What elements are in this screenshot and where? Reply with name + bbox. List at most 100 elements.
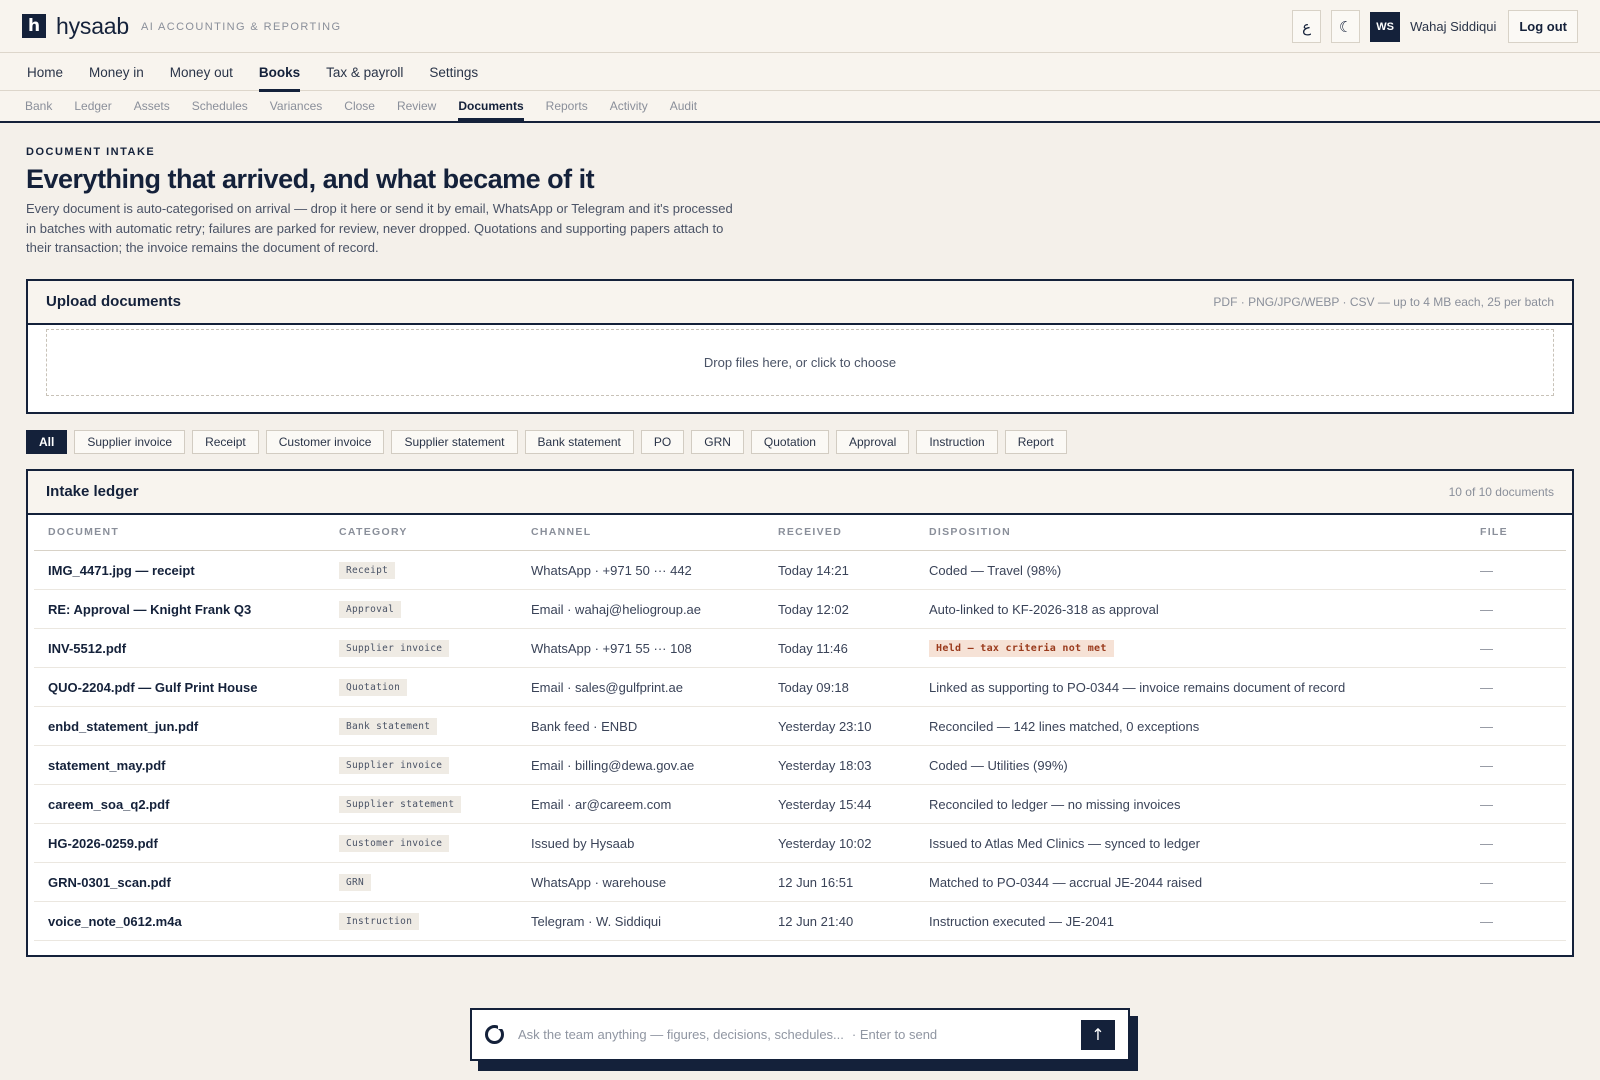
category-badge: Supplier invoice — [339, 640, 450, 657]
logout-button[interactable]: Log out — [1508, 10, 1578, 43]
document-name[interactable]: RE: Approval — Knight Frank Q3 — [34, 589, 325, 629]
table-row[interactable]: INV-5512.pdf Supplier invoice WhatsApp · +… — [34, 628, 1566, 668]
tab-ledger[interactable]: Ledger — [74, 91, 111, 121]
page-title: Everything that arrived, and what became… — [26, 164, 595, 194]
avatar[interactable]: WS — [1370, 11, 1401, 42]
disposition-cell: Held — tax criteria not met — [915, 628, 1466, 668]
column-header-file: FILE — [1466, 514, 1566, 551]
filter-approval[interactable]: Approval — [835, 429, 910, 454]
document-name[interactable]: careem_soa_q2.pdf — [34, 784, 325, 824]
channel-cell: Email · wahaj@heliogroup.ae — [517, 589, 764, 629]
page-description: Every document is auto-categorised on ar… — [26, 201, 733, 255]
document-name[interactable]: voice_note_0612.m4a — [34, 901, 325, 941]
file-cell[interactable]: — — [1466, 745, 1566, 785]
moon-icon[interactable]: ☾ — [1331, 10, 1361, 43]
tab-activity[interactable]: Activity — [610, 91, 648, 121]
document-name[interactable]: HG-2026-0259.pdf — [34, 823, 325, 863]
filter-bank-statement[interactable]: Bank statement — [524, 429, 634, 454]
document-name[interactable]: INV-5512.pdf — [34, 628, 325, 668]
filter-po[interactable]: PO — [640, 429, 685, 454]
filter-receipt[interactable]: Receipt — [192, 429, 259, 454]
column-header-received: RECEIVED — [764, 514, 915, 551]
tab-bank[interactable]: Bank — [25, 91, 52, 121]
filter-quotation[interactable]: Quotation — [750, 429, 829, 454]
file-cell[interactable]: — — [1466, 589, 1566, 629]
file-cell[interactable]: — — [1466, 628, 1566, 668]
filter-customer-invoice[interactable]: Customer invoice — [265, 429, 385, 454]
category-cell: Supplier statement — [325, 784, 517, 824]
received-cell: Today 12:02 — [764, 589, 915, 629]
main-nav-home[interactable]: Home — [27, 53, 63, 91]
received-cell: Yesterday 15:44 — [764, 784, 915, 824]
tab-assets[interactable]: Assets — [134, 91, 170, 121]
channel-cell: Issued by Hysaab — [517, 823, 764, 863]
filter-all[interactable]: All — [26, 429, 68, 454]
tab-audit[interactable]: Audit — [670, 91, 697, 121]
column-header-channel: CHANNEL — [517, 514, 764, 551]
brand-name[interactable]: hysaab — [56, 13, 129, 40]
main-nav-tax-payroll[interactable]: Tax & payroll — [326, 53, 403, 91]
file-cell[interactable]: — — [1466, 862, 1566, 902]
document-name[interactable]: IMG_4471.jpg — receipt — [34, 550, 325, 590]
document-name[interactable]: QUO-2204.pdf — Gulf Print House — [34, 667, 325, 707]
filter-grn[interactable]: GRN — [691, 429, 744, 454]
tab-review[interactable]: Review — [397, 91, 436, 121]
main-nav-books[interactable]: Books — [258, 53, 301, 92]
disposition-cell: Coded — Utilities (99%) — [915, 745, 1466, 785]
filter-report[interactable]: Report — [1004, 429, 1067, 454]
user-name: Wahaj Siddiqui — [1410, 19, 1497, 34]
disposition-cell: Issued to Atlas Med Clinics — synced to … — [915, 823, 1466, 863]
category-cell: Customer invoice — [325, 823, 517, 863]
received-cell: Yesterday 10:02 — [764, 823, 915, 863]
filter-supplier-statement[interactable]: Supplier statement — [391, 429, 518, 454]
tab-variances[interactable]: Variances — [270, 91, 322, 121]
category-badge: Receipt — [339, 562, 396, 579]
table-header-row: DOCUMENT CATEGORY CHANNEL RECEIVED DISPOSITI… — [34, 514, 1566, 551]
dropzone-label: Drop files here, or click to choose — [703, 354, 897, 370]
table-row[interactable]: QUO-2204.pdf — Gulf Print House Quotation… — [34, 667, 1566, 707]
main-nav-settings[interactable]: Settings — [429, 53, 478, 91]
file-cell[interactable]: — — [1466, 550, 1566, 590]
disposition-cell: Reconciled to ledger — no missing invoic… — [915, 784, 1466, 824]
category-badge: Quotation — [339, 679, 408, 696]
file-cell[interactable]: — — [1466, 901, 1566, 941]
send-button[interactable]: ↑ — [1081, 1019, 1115, 1050]
page-eyebrow: DOCUMENT INTAKE — [26, 146, 156, 158]
tab-reports[interactable]: Reports — [546, 91, 588, 121]
table-row[interactable]: careem_soa_q2.pdf Supplier statement Email… — [34, 784, 1566, 824]
main-nav-money-out[interactable]: Money out — [170, 53, 233, 91]
table-row[interactable]: IMG_4471.jpg — receipt Receipt WhatsApp · … — [34, 550, 1566, 590]
tab-close[interactable]: Close — [344, 91, 375, 121]
chat-input[interactable]: Ask the team anything — figures, decisio… — [518, 1027, 844, 1042]
received-cell: Yesterday 23:10 — [764, 706, 915, 746]
main-nav-money-in[interactable]: Money in — [89, 53, 144, 91]
file-cell[interactable]: — — [1466, 784, 1566, 824]
tab-schedules[interactable]: Schedules — [192, 91, 248, 121]
file-cell[interactable]: — — [1466, 823, 1566, 863]
document-name[interactable]: enbd_statement_jun.pdf — [34, 706, 325, 746]
file-cell[interactable]: — — [1466, 706, 1566, 746]
intake-table: DOCUMENT CATEGORY CHANNEL RECEIVED DISPOSITI… — [34, 514, 1566, 941]
tab-documents[interactable]: Documents — [458, 91, 525, 121]
table-row[interactable]: GRN-0301_scan.pdf GRN WhatsApp · warehouse… — [34, 862, 1566, 902]
chat-bar: Ask the team anything — figures, decisio… — [470, 1008, 1130, 1061]
filter-supplier-invoice[interactable]: Supplier invoice — [74, 429, 186, 454]
table-row[interactable]: RE: Approval — Knight Frank Q3 Approval Em… — [34, 589, 1566, 629]
disposition-cell: Reconciled — 142 lines matched, 0 except… — [915, 706, 1466, 746]
language-toggle-button[interactable]: ع — [1292, 10, 1322, 43]
table-row[interactable]: statement_may.pdf Supplier invoice Email ·… — [34, 745, 1566, 785]
column-header-disposition: DISPOSITION — [915, 514, 1466, 551]
table-row[interactable]: enbd_statement_jun.pdf Bank statement Bank… — [34, 706, 1566, 746]
document-name[interactable]: statement_may.pdf — [34, 745, 325, 785]
table-row[interactable]: voice_note_0612.m4a Instruction Telegram ·… — [34, 901, 1566, 941]
sub-nav: Bank Ledger Assets Schedules Variances Close R… — [0, 91, 1600, 123]
logo-mark[interactable]: h — [22, 14, 46, 38]
filter-instruction[interactable]: Instruction — [916, 429, 998, 454]
document-name[interactable]: GRN-0301_scan.pdf — [34, 862, 325, 902]
file-cell[interactable]: — — [1466, 667, 1566, 707]
received-cell: Today 11:46 — [764, 628, 915, 668]
upload-limits: PDF · PNG/JPG/WEBP · CSV — up to 4 MB ea… — [1213, 294, 1554, 309]
file-dropzone[interactable]: Drop files here, or click to choose — [46, 328, 1554, 396]
disposition-cell: Auto-linked to KF-2026-318 as approval — [915, 589, 1466, 629]
table-row[interactable]: HG-2026-0259.pdf Customer invoice Issued b… — [34, 823, 1566, 863]
